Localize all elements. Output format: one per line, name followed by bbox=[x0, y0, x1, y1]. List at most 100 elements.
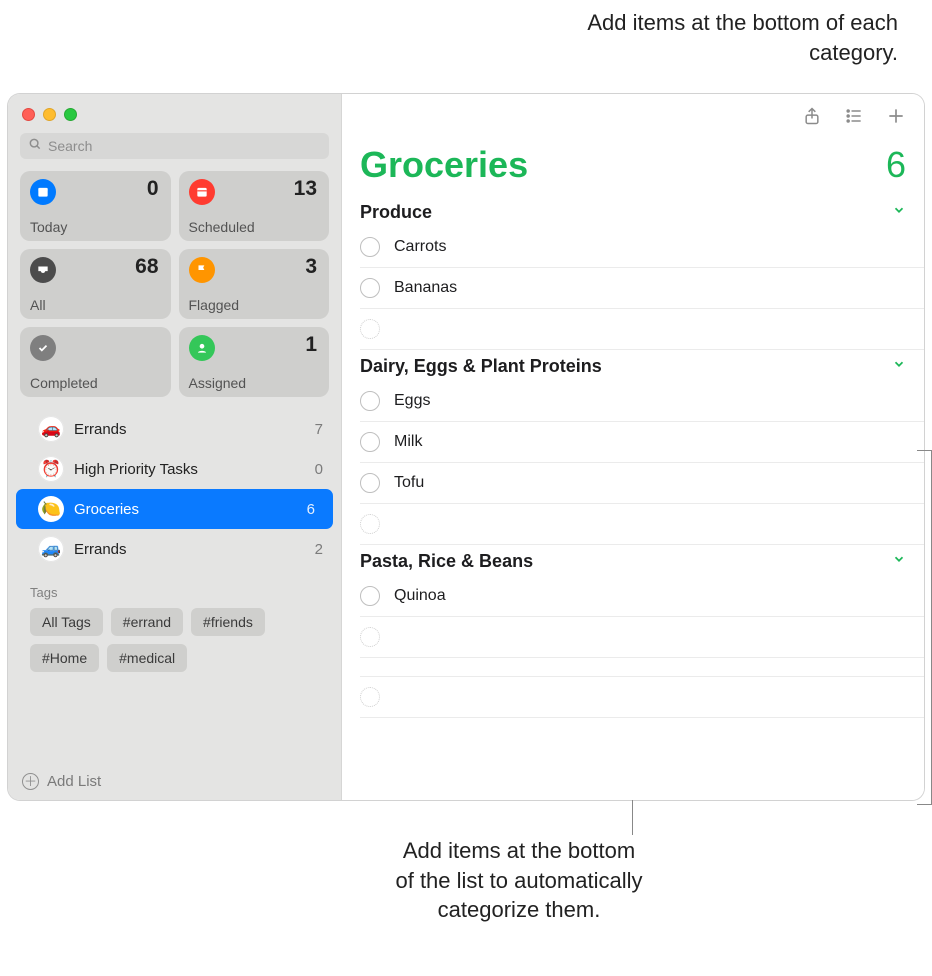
add-item-row[interactable]: . bbox=[360, 504, 924, 545]
list-content: Produce Carrots Bananas. Dairy, Eggs & Plan… bbox=[342, 196, 924, 800]
reminder-title: Eggs bbox=[394, 392, 430, 410]
main-panel: Groceries 6 Produce Carrots Bananas. Dairy,… bbox=[342, 94, 924, 800]
add-item-row[interactable]: . bbox=[360, 617, 924, 658]
add-list-label: Add List bbox=[47, 773, 101, 790]
app-window: 0 Today 13 Scheduled 68 All bbox=[8, 94, 924, 800]
smart-assigned-count: 1 bbox=[305, 333, 317, 357]
callout-bracket bbox=[918, 450, 932, 805]
tag-friends[interactable]: #friends bbox=[191, 608, 265, 636]
person-icon bbox=[189, 335, 215, 361]
calendar-today-icon bbox=[30, 179, 56, 205]
share-icon[interactable] bbox=[802, 106, 822, 126]
add-item-row[interactable]: . bbox=[360, 309, 924, 350]
list-icon: 🚗 bbox=[38, 416, 64, 442]
complete-circle-icon[interactable] bbox=[360, 432, 380, 452]
reminder-item[interactable]: Carrots bbox=[360, 227, 924, 268]
complete-circle-icon[interactable] bbox=[360, 473, 380, 493]
reminder-item[interactable]: Quinoa bbox=[360, 576, 924, 617]
list-icon: 🚙 bbox=[38, 536, 64, 562]
window-controls bbox=[8, 94, 341, 129]
tag-medical[interactable]: #medical bbox=[107, 644, 187, 672]
section-header[interactable]: Produce bbox=[342, 196, 924, 227]
smart-flagged-label: Flagged bbox=[189, 297, 240, 313]
section-title: Dairy, Eggs & Plant Proteins bbox=[360, 356, 602, 377]
list-title: Groceries bbox=[360, 144, 528, 186]
complete-circle-icon[interactable] bbox=[360, 586, 380, 606]
smart-scheduled-count: 13 bbox=[294, 177, 317, 201]
reminder-item[interactable]: Milk bbox=[360, 422, 924, 463]
complete-circle-icon[interactable] bbox=[360, 391, 380, 411]
list-header: Groceries 6 bbox=[342, 138, 924, 196]
flag-icon bbox=[189, 257, 215, 283]
list-name: Errands bbox=[74, 541, 305, 558]
callout-top: Add items at the bottom of each category… bbox=[578, 8, 898, 67]
section-header[interactable]: Pasta, Rice & Beans bbox=[342, 545, 924, 576]
reminder-title: Quinoa bbox=[394, 587, 446, 605]
smart-scheduled[interactable]: 13 Scheduled bbox=[179, 171, 330, 241]
section-title: Pasta, Rice & Beans bbox=[360, 551, 533, 572]
tag-errand[interactable]: #errand bbox=[111, 608, 183, 636]
smart-scheduled-label: Scheduled bbox=[189, 219, 255, 235]
chevron-down-icon[interactable] bbox=[892, 552, 906, 571]
list-count: 6 bbox=[886, 144, 906, 186]
smart-today[interactable]: 0 Today bbox=[20, 171, 171, 241]
list-view-icon[interactable] bbox=[844, 106, 864, 126]
sidebar-list-high-priority-tasks[interactable]: ⏰ High Priority Tasks 0 bbox=[8, 449, 341, 489]
minimize-window-icon[interactable] bbox=[43, 108, 56, 121]
smart-all[interactable]: 68 All bbox=[20, 249, 171, 319]
reminder-item[interactable]: Bananas bbox=[360, 268, 924, 309]
list-count: 6 bbox=[307, 501, 315, 518]
sidebar-list-groceries[interactable]: 🍋Groceries6 bbox=[16, 489, 333, 529]
smart-flagged[interactable]: 3 Flagged bbox=[179, 249, 330, 319]
close-window-icon[interactable] bbox=[22, 108, 35, 121]
callout-line-bottom bbox=[632, 800, 633, 835]
toolbar bbox=[342, 94, 924, 138]
tray-icon bbox=[30, 257, 56, 283]
tags-wrap: All Tags #errand #friends #Home #medical bbox=[30, 608, 327, 672]
reminder-item[interactable]: Eggs bbox=[360, 381, 924, 422]
reminder-title: Bananas bbox=[394, 279, 457, 297]
smart-completed[interactable]: Completed bbox=[20, 327, 171, 397]
smart-completed-label: Completed bbox=[30, 375, 98, 391]
add-circle-icon[interactable] bbox=[360, 514, 380, 534]
list-count: 0 bbox=[315, 461, 323, 478]
reminder-title: Carrots bbox=[394, 238, 446, 256]
complete-circle-icon[interactable] bbox=[360, 237, 380, 257]
plus-circle-icon: ＋ bbox=[22, 773, 39, 790]
callout-line bbox=[630, 836, 632, 837]
my-lists: 🚗Errands7⏰High Priority Tasks0🍋Groceries… bbox=[8, 407, 341, 571]
fullscreen-window-icon[interactable] bbox=[64, 108, 77, 121]
section-title: Produce bbox=[360, 202, 432, 223]
chevron-down-icon[interactable] bbox=[892, 203, 906, 222]
sidebar-list-errands[interactable]: 🚙 Errands 2 bbox=[8, 529, 341, 569]
chevron-down-icon[interactable] bbox=[892, 357, 906, 376]
list-icon: ⏰ bbox=[38, 456, 64, 482]
list-name: High Priority Tasks bbox=[74, 461, 305, 478]
complete-circle-icon[interactable] bbox=[360, 278, 380, 298]
smart-all-label: All bbox=[30, 297, 46, 313]
section-header[interactable]: Dairy, Eggs & Plant Proteins bbox=[342, 350, 924, 381]
list-count: 2 bbox=[315, 541, 323, 558]
tag-home[interactable]: #Home bbox=[30, 644, 99, 672]
list-count: 7 bbox=[315, 421, 323, 438]
checkmark-icon bbox=[30, 335, 56, 361]
add-reminder-icon[interactable] bbox=[886, 106, 906, 126]
search-field[interactable] bbox=[48, 138, 321, 154]
tags-heading: Tags bbox=[30, 585, 327, 600]
add-circle-icon[interactable] bbox=[360, 319, 380, 339]
search-input[interactable] bbox=[20, 133, 329, 159]
list-name: Groceries bbox=[74, 501, 297, 518]
add-uncategorized-row[interactable] bbox=[360, 676, 924, 718]
tags-section: Tags All Tags #errand #friends #Home #medica… bbox=[8, 571, 341, 672]
tag-alltags[interactable]: All Tags bbox=[30, 608, 103, 636]
add-circle-icon[interactable] bbox=[360, 687, 380, 707]
add-circle-icon[interactable] bbox=[360, 627, 380, 647]
search-icon bbox=[28, 137, 42, 155]
smart-assigned[interactable]: 1 Assigned bbox=[179, 327, 330, 397]
reminder-title: Milk bbox=[394, 433, 422, 451]
add-list-button[interactable]: ＋ Add List bbox=[8, 763, 341, 800]
sidebar: 0 Today 13 Scheduled 68 All bbox=[8, 94, 342, 800]
smart-assigned-label: Assigned bbox=[189, 375, 247, 391]
sidebar-list-errands[interactable]: 🚗Errands7 bbox=[8, 409, 341, 449]
reminder-item[interactable]: Tofu bbox=[360, 463, 924, 504]
